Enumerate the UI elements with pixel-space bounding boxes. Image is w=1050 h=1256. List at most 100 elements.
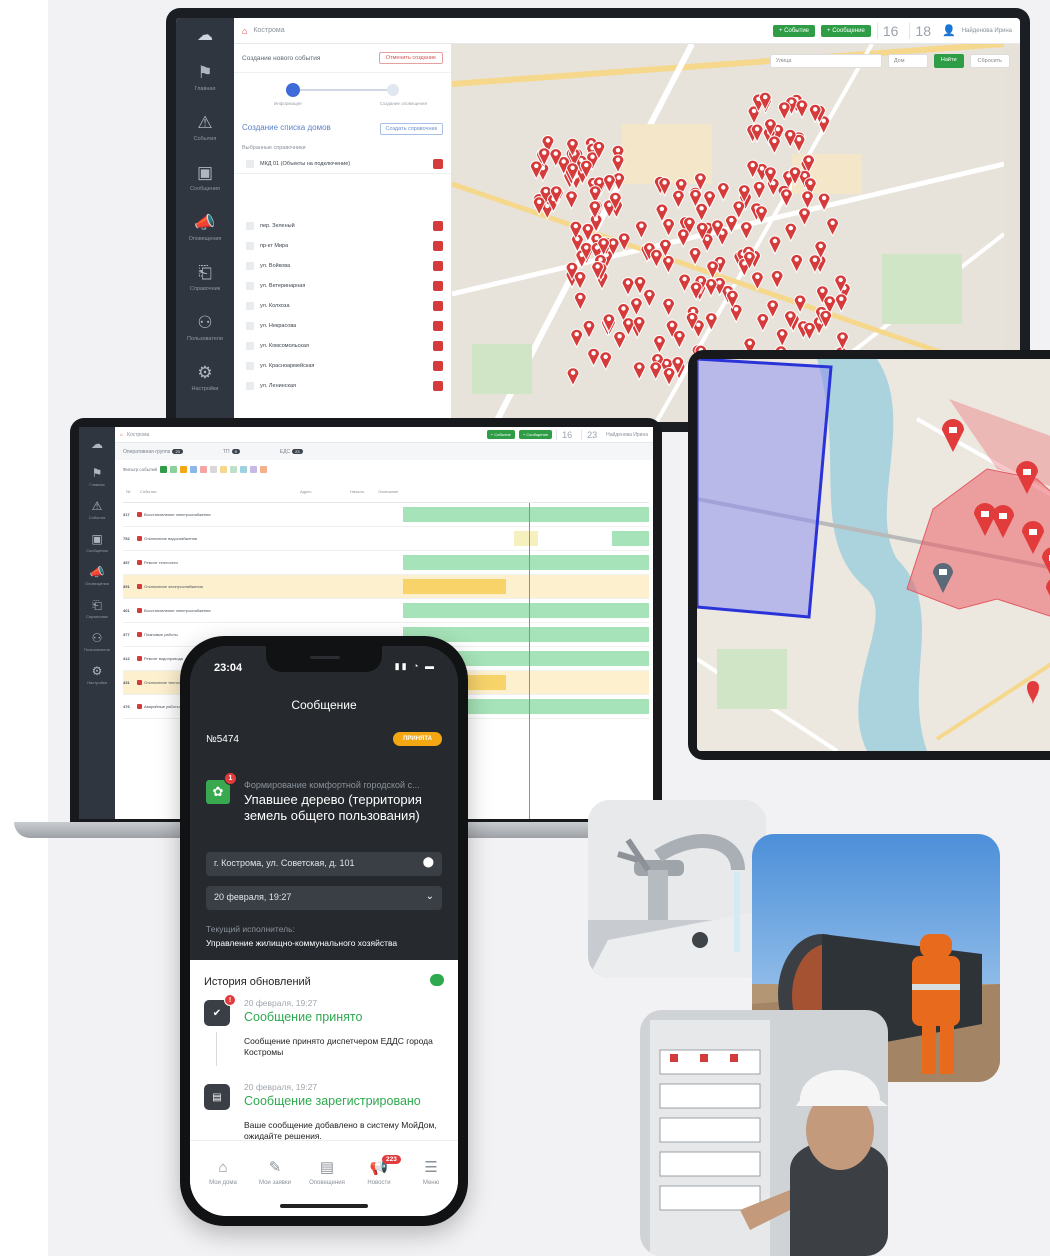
sidebar-item-warning[interactable]: ⚠ События [79,493,115,526]
street-row[interactable]: ул. Войкова [234,256,451,276]
delete-icon[interactable] [433,221,443,231]
delete-icon[interactable] [433,361,443,371]
table-row[interactable]: 317 Восстановление электроснабжения [123,503,649,527]
table-row[interactable]: 457 Ремонт теплосети [123,551,649,575]
filter-chip[interactable] [220,465,228,473]
table-row[interactable]: 401 Восстановление электроснабжения [123,599,649,623]
location-pin-icon[interactable]: ⬤ [423,857,434,868]
expand-icon[interactable] [246,282,254,290]
gantt-bar[interactable] [403,579,507,594]
tab-0[interactable]: Оперативная группа 23 [123,448,183,455]
logo-icon[interactable]: ☁ [176,18,234,52]
logo-icon[interactable]: ☁ [79,427,115,460]
sidebar-item-chat[interactable]: ▣ Сообщения [176,152,234,202]
gantt-bar[interactable] [513,531,539,546]
filter-chip[interactable] [230,465,238,473]
filter-chip[interactable] [180,465,188,473]
street-row[interactable]: ул. Красноармейская [234,356,451,376]
sidebar-item-flag[interactable]: ⚑ Главная [79,460,115,493]
filter-chip[interactable] [190,465,198,473]
street-row[interactable]: пер. Зеленый [234,216,451,236]
expand-icon[interactable] [246,242,254,250]
delete-icon[interactable] [433,281,443,291]
reset-button[interactable]: Сбросить [969,54,1010,68]
delete-icon[interactable] [433,341,443,351]
delete-icon[interactable] [433,241,443,251]
tablet-map-canvas[interactable] [697,359,1050,751]
filter-chip[interactable] [200,465,208,473]
expand-icon[interactable] [246,362,254,370]
sidebar-item-megaphone[interactable]: 📣 Оповещения [79,559,115,592]
filter-chip[interactable] [170,465,178,473]
street-row[interactable]: ул. Комсомольская [234,336,451,356]
home-icon[interactable]: ⌂ [242,26,247,36]
filter-chip[interactable] [260,465,268,473]
new-message-button[interactable]: + Сообщение [518,430,553,439]
expand-icon[interactable] [246,382,254,390]
user-name[interactable]: Найденова Ирина [606,432,648,438]
step-1-indicator[interactable] [286,83,300,97]
tab-list[interactable]: ▤ Оповещения [300,1159,354,1186]
delete-icon[interactable] [433,381,443,391]
tab-edit[interactable]: ✎ Мои заявки [248,1159,302,1186]
delete-icon[interactable] [433,159,443,169]
table-row[interactable]: 391 Отключение электроснабжения [123,575,649,599]
cancel-create-button[interactable]: Отменить создание [378,52,443,64]
column-header[interactable]: Начало [347,489,375,494]
sidebar-item-reference[interactable]: ⎗ Справочник [176,252,234,302]
new-event-button[interactable]: + Событие [772,24,816,37]
sidebar-item-users[interactable]: ⚇ Пользователи [79,625,115,658]
column-header[interactable]: Событие [137,489,297,494]
sidebar-item-settings[interactable]: ⚙ Настройки [79,658,115,691]
sidebar-item-reference[interactable]: ⎗ Справочник [79,592,115,625]
filter-chip[interactable] [210,465,218,473]
sidebar-item-megaphone[interactable]: 📣 Оповещения [176,202,234,252]
expand-icon[interactable] [246,160,254,168]
chevron-down-icon[interactable]: ⌄ [426,891,434,902]
step-2-indicator[interactable] [387,84,399,96]
column-header[interactable]: № [123,489,137,494]
street-row[interactable]: ул. Ветеринарная [234,276,451,296]
sidebar-item-flag[interactable]: ⚑ Главная [176,52,234,102]
expand-icon[interactable] [246,322,254,330]
city-breadcrumb[interactable]: Кострома [253,27,284,34]
gantt-bar[interactable] [403,603,649,618]
tab-1[interactable]: ТП 9 [223,448,240,455]
street-row[interactable]: ул. Ленинская [234,376,451,396]
street-select[interactable]: Улица [769,54,882,68]
street-row[interactable]: ул. Колхоза [234,296,451,316]
street-row[interactable]: пр-кт Мира [234,236,451,256]
column-header[interactable]: Адрес [297,489,347,494]
user-avatar-icon[interactable]: 👤 [942,24,956,37]
expand-icon[interactable] [246,262,254,270]
gantt-bar[interactable] [403,507,649,522]
expand-icon[interactable] [246,342,254,350]
expand-icon[interactable] [246,222,254,230]
tab-2[interactable]: ЕДС 23 [280,448,303,455]
tab-menu[interactable]: ☰ Меню [404,1159,458,1186]
delete-icon[interactable] [433,321,443,331]
sidebar-item-settings[interactable]: ⚙ Настройки [176,352,234,402]
chat-icon[interactable] [430,974,444,986]
city-breadcrumb[interactable]: Кострома [127,432,149,438]
address-field[interactable]: г. Кострома, ул. Советская, д. 101 ⬤ [206,852,442,876]
expand-icon[interactable] [246,302,254,310]
house-select[interactable]: Дом [887,54,928,68]
gantt-bar[interactable] [612,531,649,546]
table-row[interactable]: 752 Отключение водоснабжения [123,527,649,551]
tab-home[interactable]: ⌂ Мои дома [196,1159,250,1186]
create-reference-button[interactable]: Создать справочник [379,123,443,135]
user-name[interactable]: Найденова Ирина [962,28,1012,34]
find-button[interactable]: Найти [933,54,964,68]
delete-icon[interactable] [433,261,443,271]
tablet-map[interactable] [697,359,1050,751]
new-event-button[interactable]: + Событие [486,430,515,439]
home-icon[interactable]: ⌂ [120,432,123,438]
street-row[interactable]: ул. Некрасова [234,316,451,336]
filter-chip[interactable] [160,465,168,473]
tab-megaphone[interactable]: 📢 Новости 223 [352,1155,406,1186]
filter-chip[interactable] [240,465,248,473]
sidebar-item-warning[interactable]: ⚠ События [176,102,234,152]
selected-reference-row[interactable]: МКД 01 (Объекты на подключение) [234,155,451,174]
new-message-button[interactable]: + Сообщение [821,24,871,37]
